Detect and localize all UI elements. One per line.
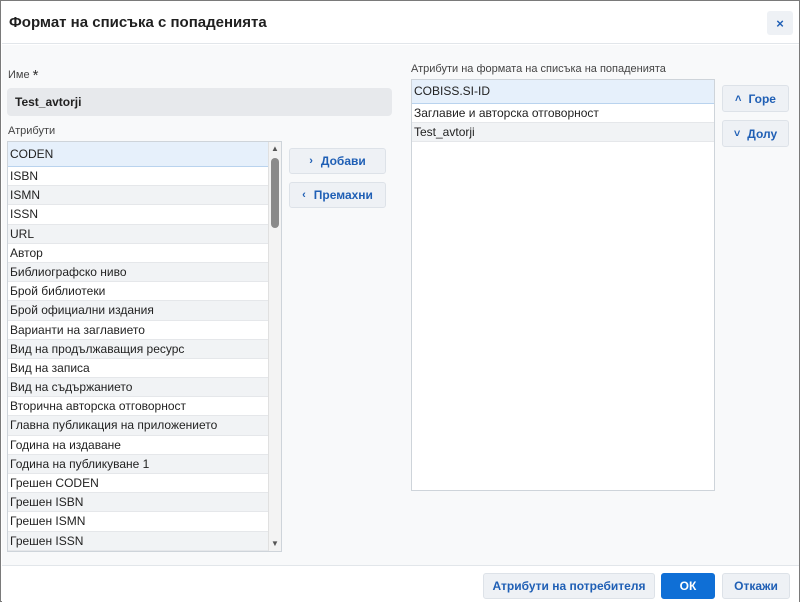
dialog-header: Формат на списъка с попаденията × [2,2,799,44]
list-item[interactable]: Заглавие и авторска отговорност [412,104,714,124]
remove-button-label: Премахни [313,188,373,202]
move-up-button[interactable]: ˄ Горе [722,85,789,112]
list-item[interactable]: Вид на съдържанието [8,378,269,398]
chevron-down-icon: ˅ [733,127,741,140]
move-up-label: Горе [748,91,776,106]
dialog-footer: Атрибути на потребителя ОК Откажи [2,565,799,602]
list-item[interactable]: Автор [8,244,269,263]
list-item[interactable]: Грешен ISSN [8,531,269,551]
list-item[interactable]: ISSN [8,205,269,225]
name-label-wrap: Име * [8,65,39,84]
list-item[interactable]: Брой библиотеки [8,282,269,302]
scroll-up-arrow-icon[interactable]: ▲ [269,143,281,155]
hit-list-format-dialog: Формат на списъка с попаденията × Име * T… [0,0,800,602]
attributes-list-rows: CODEN ISBN ISMN ISSN URL Автор Библиографско н… [8,142,269,551]
list-item[interactable]: COBISS.SI-ID [412,80,714,104]
list-item[interactable]: Библиографско ниво [8,262,269,283]
list-item[interactable]: URL [8,224,269,244]
ok-button[interactable]: ОК [661,573,715,599]
list-item[interactable]: Варианти на заглавието [8,321,269,340]
move-buttons-column: › Добави ‹ Премахни [282,141,394,552]
format-attributes-list-rows: COBISS.SI-ID Заглавие и авторска отговорн… [412,80,714,143]
dialog-title: Формат на списъка с попаденията [9,14,267,31]
move-down-label: Долу [747,126,778,141]
add-button-label: Добави [320,154,366,168]
list-item[interactable]: Главна публикация на приложението [8,416,269,436]
list-item[interactable]: Вид на записа [8,359,269,379]
list-item[interactable]: Година на издаване [8,436,269,455]
format-attributes-label: Атрибути на формата на списъка на попаде… [411,63,666,75]
name-field[interactable]: Test_avtorji [7,88,392,116]
name-label: Име [8,69,30,81]
close-button[interactable]: × [767,11,793,35]
list-item[interactable]: CODEN [8,142,269,167]
list-item[interactable]: Грешен CODEN [8,474,269,494]
move-down-button[interactable]: ˅ Долу [722,120,789,147]
cancel-button[interactable]: Откажи [722,573,790,599]
list-item[interactable]: Брой официални издания [8,301,269,321]
list-item[interactable]: ISBN [8,167,269,187]
chevron-left-icon: ‹ [302,189,306,201]
list-item[interactable]: Грешен ISMN [8,512,269,532]
list-item[interactable]: Вид на продължаващия ресурс [8,339,269,359]
user-attributes-button[interactable]: Атрибути на потребителя [483,573,655,599]
format-attributes-list[interactable]: COBISS.SI-ID Заглавие и авторска отговорн… [411,79,715,491]
required-mark: * [32,67,39,84]
list-item[interactable]: ISMN [8,186,269,206]
chevron-up-icon: ˄ [735,92,742,105]
add-button[interactable]: › Добави [289,148,386,174]
scroll-down-arrow-icon[interactable]: ▼ [269,538,281,550]
list-item[interactable]: Вторична авторска отговорност [8,397,269,417]
attributes-list[interactable]: CODEN ISBN ISMN ISSN URL Автор Библиографско н… [7,141,282,552]
chevron-right-icon: › [309,155,313,167]
remove-button[interactable]: ‹ Премахни [289,182,386,208]
list-item[interactable]: Test_avtorji [412,123,714,143]
attributes-label: Атрибути [8,125,56,137]
list-item[interactable]: Година на публикуване 1 [8,454,269,474]
list-item[interactable]: Грешен ISBN [8,493,269,513]
attributes-scrollbar[interactable]: ▲ ▼ [268,142,281,551]
scroll-thumb[interactable] [271,158,279,228]
close-icon: × [776,15,784,31]
